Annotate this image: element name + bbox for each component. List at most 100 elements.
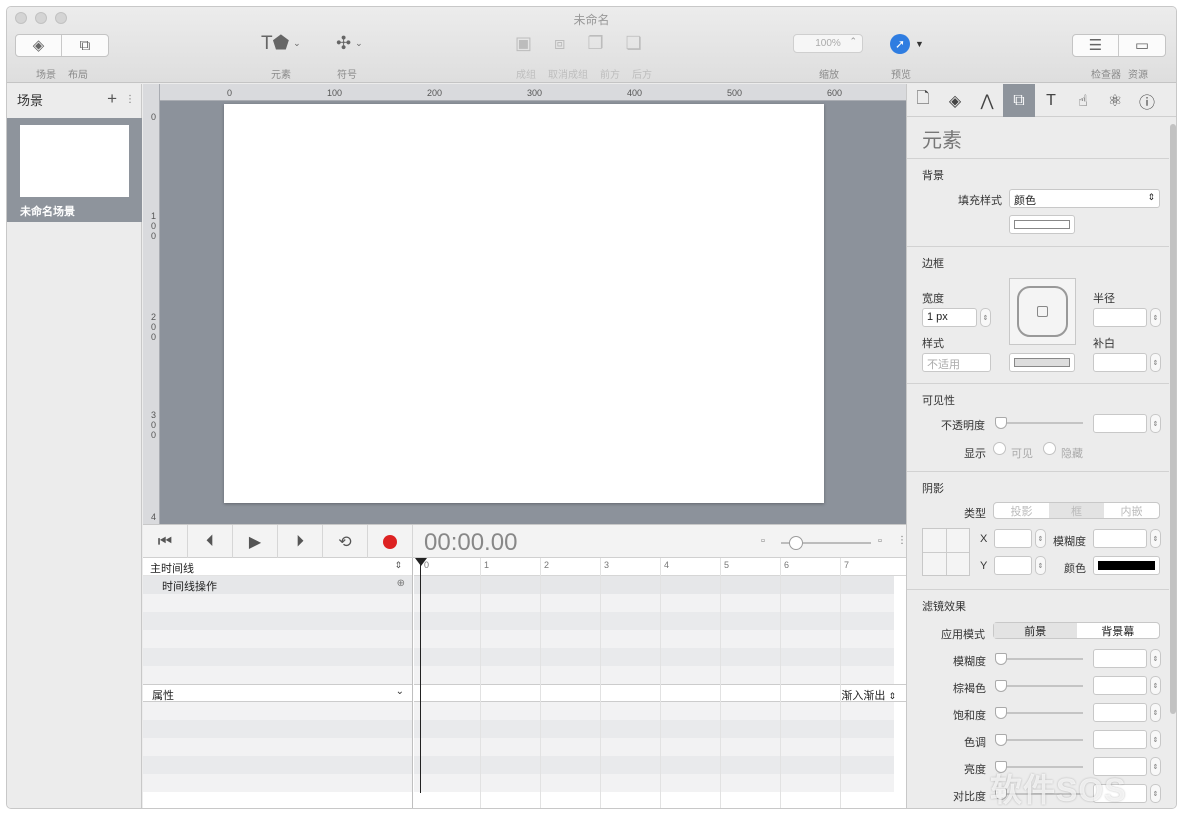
radius-field[interactable] (1093, 308, 1147, 327)
tab-text[interactable]: T (1035, 84, 1067, 117)
contrast-stepper[interactable]: ⇕ (1150, 784, 1161, 803)
radius-stepper[interactable]: ⇕ (1150, 308, 1161, 327)
zoom-out-icon[interactable]: ▫ (761, 535, 765, 547)
add-action-icon[interactable]: ⊕ (397, 578, 405, 589)
layout-toggle-button[interactable]: ⧉ (62, 35, 108, 56)
inspector-label: 检查器 (1091, 70, 1121, 81)
shadow-blur-field[interactable] (1093, 529, 1147, 548)
tab-document[interactable]: 🗋 (907, 84, 939, 117)
tab-metrics[interactable]: ⋀ (971, 84, 1003, 117)
shadow-type-box[interactable]: 框 (1049, 503, 1104, 518)
ungroup-icon[interactable]: ⧈ (554, 34, 565, 52)
shadow-blur-stepper[interactable]: ⇕ (1150, 529, 1161, 548)
filter-blur-field[interactable] (1093, 649, 1147, 668)
mode-foreground[interactable]: 前景 (994, 623, 1077, 638)
inspector-scrollbar[interactable] (1170, 124, 1176, 714)
saturation-slider[interactable] (995, 707, 1083, 719)
play-button[interactable]: ▶ (233, 525, 278, 559)
go-to-start-button[interactable]: ⏮ (143, 525, 188, 559)
opacity-field[interactable] (1093, 414, 1147, 433)
scene-toggle-button[interactable]: ◈ (16, 35, 62, 56)
border-style-select[interactable]: 不适用 (922, 353, 991, 372)
properties-row[interactable]: 属性 ⌄ (143, 684, 412, 702)
loop-button[interactable]: ⟲ (323, 525, 368, 559)
fill-style-select[interactable]: 颜色 ⇕ (1009, 189, 1160, 208)
resources-toggle-button[interactable]: ▭ (1119, 35, 1165, 56)
shadow-x-stepper[interactable]: ⇕ (1035, 529, 1046, 548)
mode-backdrop[interactable]: 背景幕 (1077, 623, 1160, 638)
grid-line (780, 558, 781, 808)
visibility-section: 可见性 不透明度 ⇕ 显示 可见 隐藏 (907, 383, 1169, 471)
add-scene-button[interactable]: + (107, 89, 117, 109)
tab-layers[interactable]: ◈ (939, 84, 971, 117)
drag-handle-icon[interactable]: ⋮ (125, 94, 135, 105)
timeline-controls: ⏮ ⏴ ▶ ⏵ ⟲ 00:00.00 ▫ ▫ ⋮ (143, 524, 907, 559)
hue-stepper[interactable]: ⇕ (1150, 730, 1161, 749)
background-color-well[interactable] (1009, 215, 1075, 234)
hidden-radio[interactable] (1043, 442, 1056, 455)
stage[interactable] (224, 104, 824, 503)
corner-selector[interactable] (1009, 278, 1076, 345)
border-width-stepper[interactable]: ⇕ (980, 308, 991, 327)
shadow-type-inset[interactable]: 内嵌 (1104, 503, 1159, 518)
group-icon[interactable]: ▣ (515, 34, 532, 52)
scene-item[interactable]: 未命名场景 (7, 118, 142, 222)
opacity-slider[interactable] (995, 417, 1083, 429)
send-back-icon[interactable]: ❏ (626, 34, 642, 52)
timeline-grid[interactable]: 0 1 2 3 4 5 6 7 渐入渐出 ⇕ (414, 558, 906, 808)
playhead[interactable] (420, 558, 421, 793)
bring-front-icon[interactable]: ❐ (587, 34, 603, 52)
hue-slider[interactable] (995, 734, 1083, 746)
hue-field[interactable] (1093, 730, 1147, 749)
border-color-well[interactable] (1009, 353, 1075, 372)
scene-layout-toggle: ◈ ⧉ (15, 34, 109, 57)
filter-blur-stepper[interactable]: ⇕ (1150, 649, 1161, 668)
step-back-button[interactable]: ⏴ (188, 525, 233, 559)
border-width-field[interactable]: 1 px (922, 308, 977, 327)
center-square-icon (1037, 306, 1048, 317)
sepia-slider[interactable] (995, 680, 1083, 692)
canvas-area[interactable]: 0 100 200 300 400 500 600 0 1 0 0 2 0 0 … (143, 84, 906, 524)
shadow-y-field[interactable] (994, 556, 1032, 575)
shadow-offset-pad[interactable] (922, 528, 970, 576)
playhead-handle[interactable] (415, 558, 427, 566)
filter-blur-slider[interactable] (995, 653, 1083, 665)
ruler-label: 300 (527, 88, 543, 98)
padding-field[interactable] (1093, 353, 1147, 372)
brightness-stepper[interactable]: ⇕ (1150, 757, 1161, 776)
saturation-stepper[interactable]: ⇕ (1150, 703, 1161, 722)
elements-button[interactable]: T⬟ ⌄ (261, 34, 301, 53)
visible-radio[interactable] (993, 442, 1006, 455)
tab-info[interactable]: ⓘ (1131, 84, 1163, 117)
timeline-zoom-slider[interactable] (781, 536, 871, 550)
shadow-type-control[interactable]: 投影 框 内嵌 (993, 502, 1160, 519)
shadow-x-field[interactable] (994, 529, 1032, 548)
tab-element[interactable]: ⧉ (1003, 84, 1035, 117)
chevron-down-icon[interactable]: ⌄ (396, 686, 404, 697)
inspector-toggle-button[interactable]: ☰ (1073, 35, 1119, 56)
opacity-stepper[interactable]: ⇕ (1150, 414, 1161, 433)
zoom-in-icon[interactable]: ▫ (878, 535, 882, 547)
tab-physics[interactable]: ⚛ (1099, 84, 1131, 117)
zoom-control[interactable]: 100% ⌃ (793, 34, 863, 53)
preview-button[interactable]: ➚ ▼ (890, 34, 924, 54)
stepper-icon[interactable]: ⇕ (394, 560, 402, 571)
apply-mode-control[interactable]: 前景 背景幕 (993, 622, 1160, 639)
symbols-button[interactable]: ✣ ⌄ (336, 34, 363, 52)
record-button[interactable] (368, 525, 413, 559)
saturation-field[interactable] (1093, 703, 1147, 722)
track-row (414, 666, 894, 684)
sepia-field[interactable] (1093, 676, 1147, 695)
main-timeline-row[interactable]: 主时间线 ⇕ (143, 558, 412, 576)
grid-line (720, 558, 721, 808)
sepia-stepper[interactable]: ⇕ (1150, 676, 1161, 695)
step-forward-button[interactable]: ⏵ (278, 525, 323, 559)
timeline-actions-row[interactable]: 时间线操作 ⊕ (143, 576, 412, 594)
shadow-y-stepper[interactable]: ⇕ (1035, 556, 1046, 575)
easing-selector[interactable]: 渐入渐出 ⇕ (841, 687, 896, 703)
padding-stepper[interactable]: ⇕ (1150, 353, 1161, 372)
slider-knob[interactable] (789, 536, 803, 550)
shadow-color-well[interactable] (1093, 556, 1160, 575)
tab-actions[interactable]: ☝ (1067, 84, 1099, 117)
shadow-type-drop[interactable]: 投影 (994, 503, 1049, 518)
